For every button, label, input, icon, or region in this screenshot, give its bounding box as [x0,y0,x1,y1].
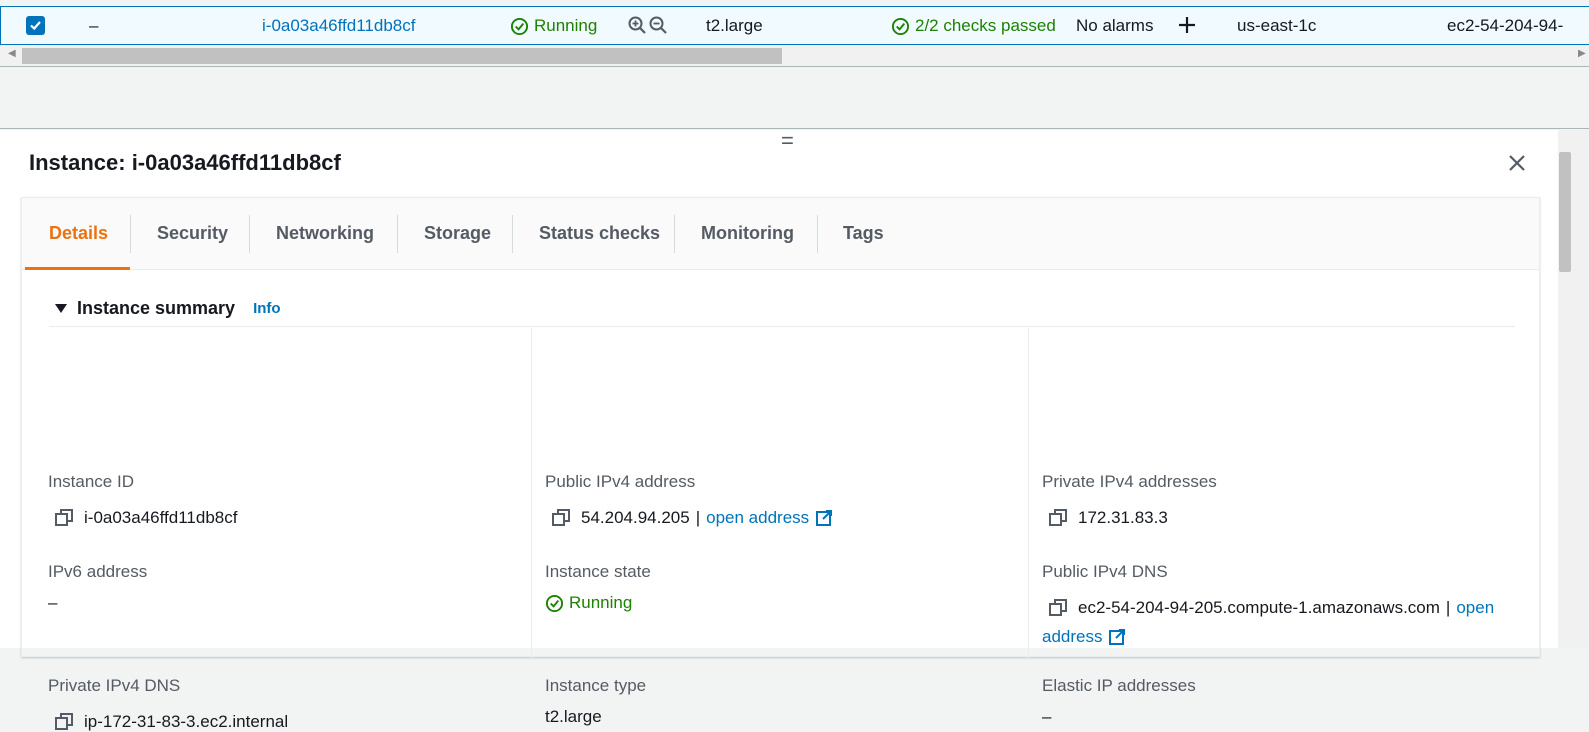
private-dns-value: ip-172-31-83-3.ec2.internal [54,712,288,732]
active-tab-indicator [25,267,130,270]
zoom-out-icon[interactable] [648,15,668,35]
tab-status-checks[interactable]: Status checks [539,223,660,244]
section-heading: Instance summary [77,298,236,318]
instance-id-text: i-0a03a46ffd11db8cf [84,508,238,527]
private-ipv4-text: 172.31.83.3 [1078,508,1168,527]
row-checkbox[interactable] [26,16,45,35]
tab-networking[interactable]: Networking [276,223,374,244]
panel-title: Instance: i-0a03a46ffd11db8cf [29,150,341,175]
ipv6-value: – [48,593,58,612]
status-ok-icon [891,17,910,35]
column-divider [1028,328,1029,658]
plus-icon [1179,17,1195,33]
instance-id-value: i-0a03a46ffd11db8cf [54,508,237,528]
public-ipv4-text: 54.204.94.205 [581,508,690,527]
tab-divider [817,215,818,253]
public-dns-open-address: address [1042,627,1126,647]
copy-icon[interactable] [54,712,74,732]
row-checks-label: 2/2 checks passed [915,16,1056,35]
public-dns-label: Public IPv4 DNS [1042,562,1168,581]
close-panel-button[interactable] [1506,152,1528,179]
private-ipv4-value: 172.31.83.3 [1048,508,1168,528]
row-state-label: Running [534,16,598,35]
public-dns-text: ec2-54-204-94-205.compute-1.amazonaws.co… [1078,598,1440,617]
open-address-link[interactable]: open address [706,508,809,528]
section-divider [49,326,1515,327]
elastic-ip-value: – [1042,707,1052,726]
status-ok-icon [510,17,529,35]
instance-id-label: Instance ID [48,472,134,491]
private-ipv4-label: Private IPv4 addresses [1042,472,1217,491]
column-divider [531,328,532,658]
instance-type-value: t2.large [545,707,602,726]
row-instance-type: t2.large [706,16,763,35]
instance-summary-toggle[interactable]: Instance summary Info [55,298,281,319]
instance-state-text: Running [569,593,633,612]
table-empty-area [0,67,1589,129]
instance-table-row[interactable]: – i-0a03a46ffd11db8cf Running t2.large 2… [0,6,1589,45]
tab-divider [512,215,513,253]
row-public-dns: ec2-54-204-94- [1447,16,1564,35]
external-link-icon[interactable] [815,509,833,527]
value-separator: | [695,508,701,527]
public-ipv4-value: 54.204.94.205 | open address [551,508,833,528]
tab-divider [674,215,675,253]
info-link[interactable]: Info [253,300,281,317]
details-card: Details Security Networking Storage Stat… [21,197,1540,731]
vertical-scrollbar[interactable] [1558,130,1589,648]
row-state: Running [510,16,597,36]
tab-divider [249,215,250,253]
copy-icon[interactable] [1048,598,1068,618]
close-icon [1509,155,1525,171]
instance-state-label: Instance state [545,562,651,581]
public-dns-value: ec2-54-204-94-205.compute-1.amazonaws.co… [1048,598,1494,618]
elastic-ip-label: Elastic IP addresses [1042,676,1196,695]
copy-icon[interactable] [551,508,571,528]
copy-icon[interactable] [1048,508,1068,528]
row-instance-id-link[interactable]: i-0a03a46ffd11db8cf [262,16,415,36]
instance-type-label: Instance type [545,676,647,695]
tab-tags[interactable]: Tags [843,223,884,244]
horizontal-scroll-thumb[interactable] [22,48,782,64]
tab-storage[interactable]: Storage [424,223,491,244]
open-link[interactable]: open [1456,598,1494,618]
tab-divider [130,215,131,253]
horizontal-scrollbar[interactable]: ◀ ▶ [0,45,1589,67]
tab-bar: Details Security Networking Storage Stat… [22,198,1539,270]
ipv6-label: IPv6 address [48,562,148,581]
caret-down-icon [55,304,67,313]
checkbox-checked-icon [30,21,41,31]
tab-details[interactable]: Details [49,223,108,244]
tab-monitoring[interactable]: Monitoring [701,223,794,244]
status-ok-icon [545,594,564,612]
row-zoom-controls [627,15,668,35]
row-name: – [89,16,99,35]
add-alarm-button[interactable] [1177,15,1197,40]
scroll-right-arrow-icon[interactable]: ▶ [1578,48,1586,59]
split-panel: = Instance: i-0a03a46ffd11db8cf Details … [0,130,1558,731]
row-availability-zone: us-east-1c [1237,16,1317,35]
tab-security[interactable]: Security [157,223,228,244]
private-dns-label: Private IPv4 DNS [48,676,181,695]
external-link-icon[interactable] [1108,628,1126,646]
row-status-checks: 2/2 checks passed [891,16,1056,36]
scroll-left-arrow-icon[interactable]: ◀ [8,48,16,59]
vertical-scroll-thumb[interactable] [1559,152,1571,272]
zoom-in-icon[interactable] [627,15,647,35]
row-alarms: No alarms [1076,16,1154,35]
tab-divider [397,215,398,253]
instance-state-value: Running [545,593,632,613]
address-link[interactable]: address [1042,627,1102,647]
panel-resize-handle[interactable]: = [781,130,794,152]
value-separator: | [1445,598,1451,617]
public-ipv4-label: Public IPv4 address [545,472,696,491]
copy-icon[interactable] [54,508,74,528]
private-dns-text: ip-172-31-83-3.ec2.internal [84,712,289,731]
